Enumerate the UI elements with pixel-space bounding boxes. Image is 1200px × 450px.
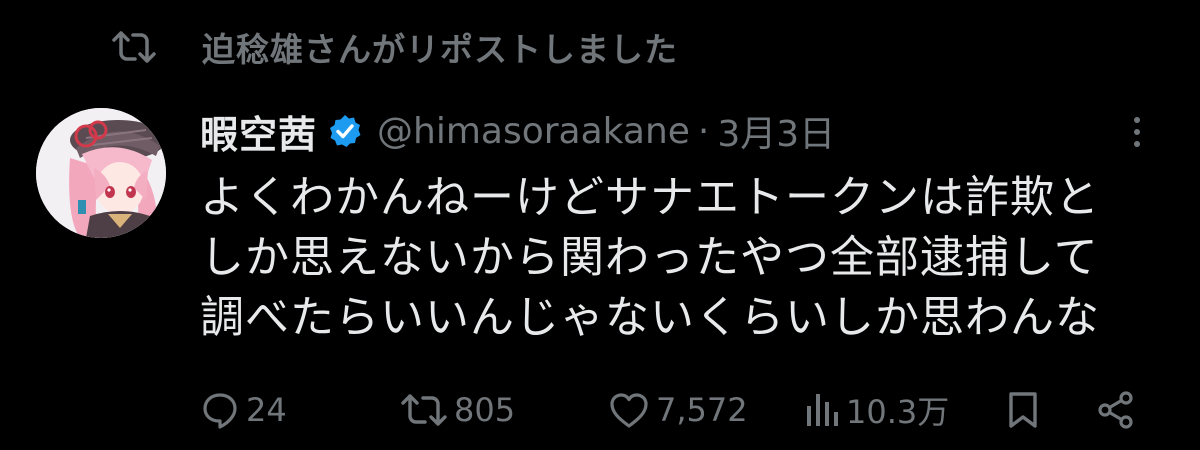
post-text-line: 調べたらいいんじゃないくらいしか思わんな	[200, 292, 1100, 343]
more-dot	[1134, 117, 1140, 123]
more-dot	[1134, 129, 1140, 135]
bookmark-icon	[1006, 390, 1040, 430]
separator-dot: ·	[697, 110, 710, 152]
post-header: 暇空茜 @himasoraakane · 3月3日	[200, 103, 835, 159]
post-text-line: しか思えないから関わったやつ全部逮捕して	[200, 232, 1099, 283]
author-name[interactable]: 暇空茜	[200, 104, 317, 159]
more-dot	[1134, 141, 1140, 147]
repost-icon	[112, 22, 162, 72]
author-handle[interactable]: @himasoraakane	[377, 111, 690, 152]
reply-button[interactable]: 24	[200, 380, 287, 440]
repost-icon	[400, 390, 448, 430]
like-count: 7,572	[656, 391, 748, 429]
repost-count: 805	[454, 391, 516, 429]
views-button[interactable]: 10.3万	[804, 380, 949, 440]
analytics-icon	[804, 390, 840, 430]
repost-button[interactable]: 805	[400, 380, 515, 440]
verified-badge-icon[interactable]	[327, 113, 363, 149]
reply-icon	[200, 390, 240, 430]
repost-indicator[interactable]: 迫稔雄さんがリポストしました	[112, 22, 678, 72]
repost-label: 迫稔雄さんがリポストしました	[202, 30, 678, 69]
bookmark-button[interactable]	[1006, 380, 1040, 440]
share-icon	[1096, 390, 1136, 430]
heart-icon	[608, 390, 650, 430]
avatar[interactable]	[36, 108, 166, 238]
post-date[interactable]: 3月3日	[717, 105, 835, 157]
post-text-line: よくわかんねーけどサナエトークンは詐欺と	[200, 172, 1100, 223]
post-text: よくわかんねーけどサナエトークンは詐欺と しか思えないから関わったやつ全部逮捕し…	[200, 168, 1180, 348]
action-bar: 24 805 7,572 10.3万	[196, 380, 1160, 440]
share-button[interactable]	[1096, 380, 1136, 440]
views-count: 10.3万	[846, 393, 950, 431]
reply-count: 24	[246, 391, 287, 429]
like-button[interactable]: 7,572	[608, 380, 748, 440]
more-options-icon[interactable]	[1122, 112, 1152, 152]
